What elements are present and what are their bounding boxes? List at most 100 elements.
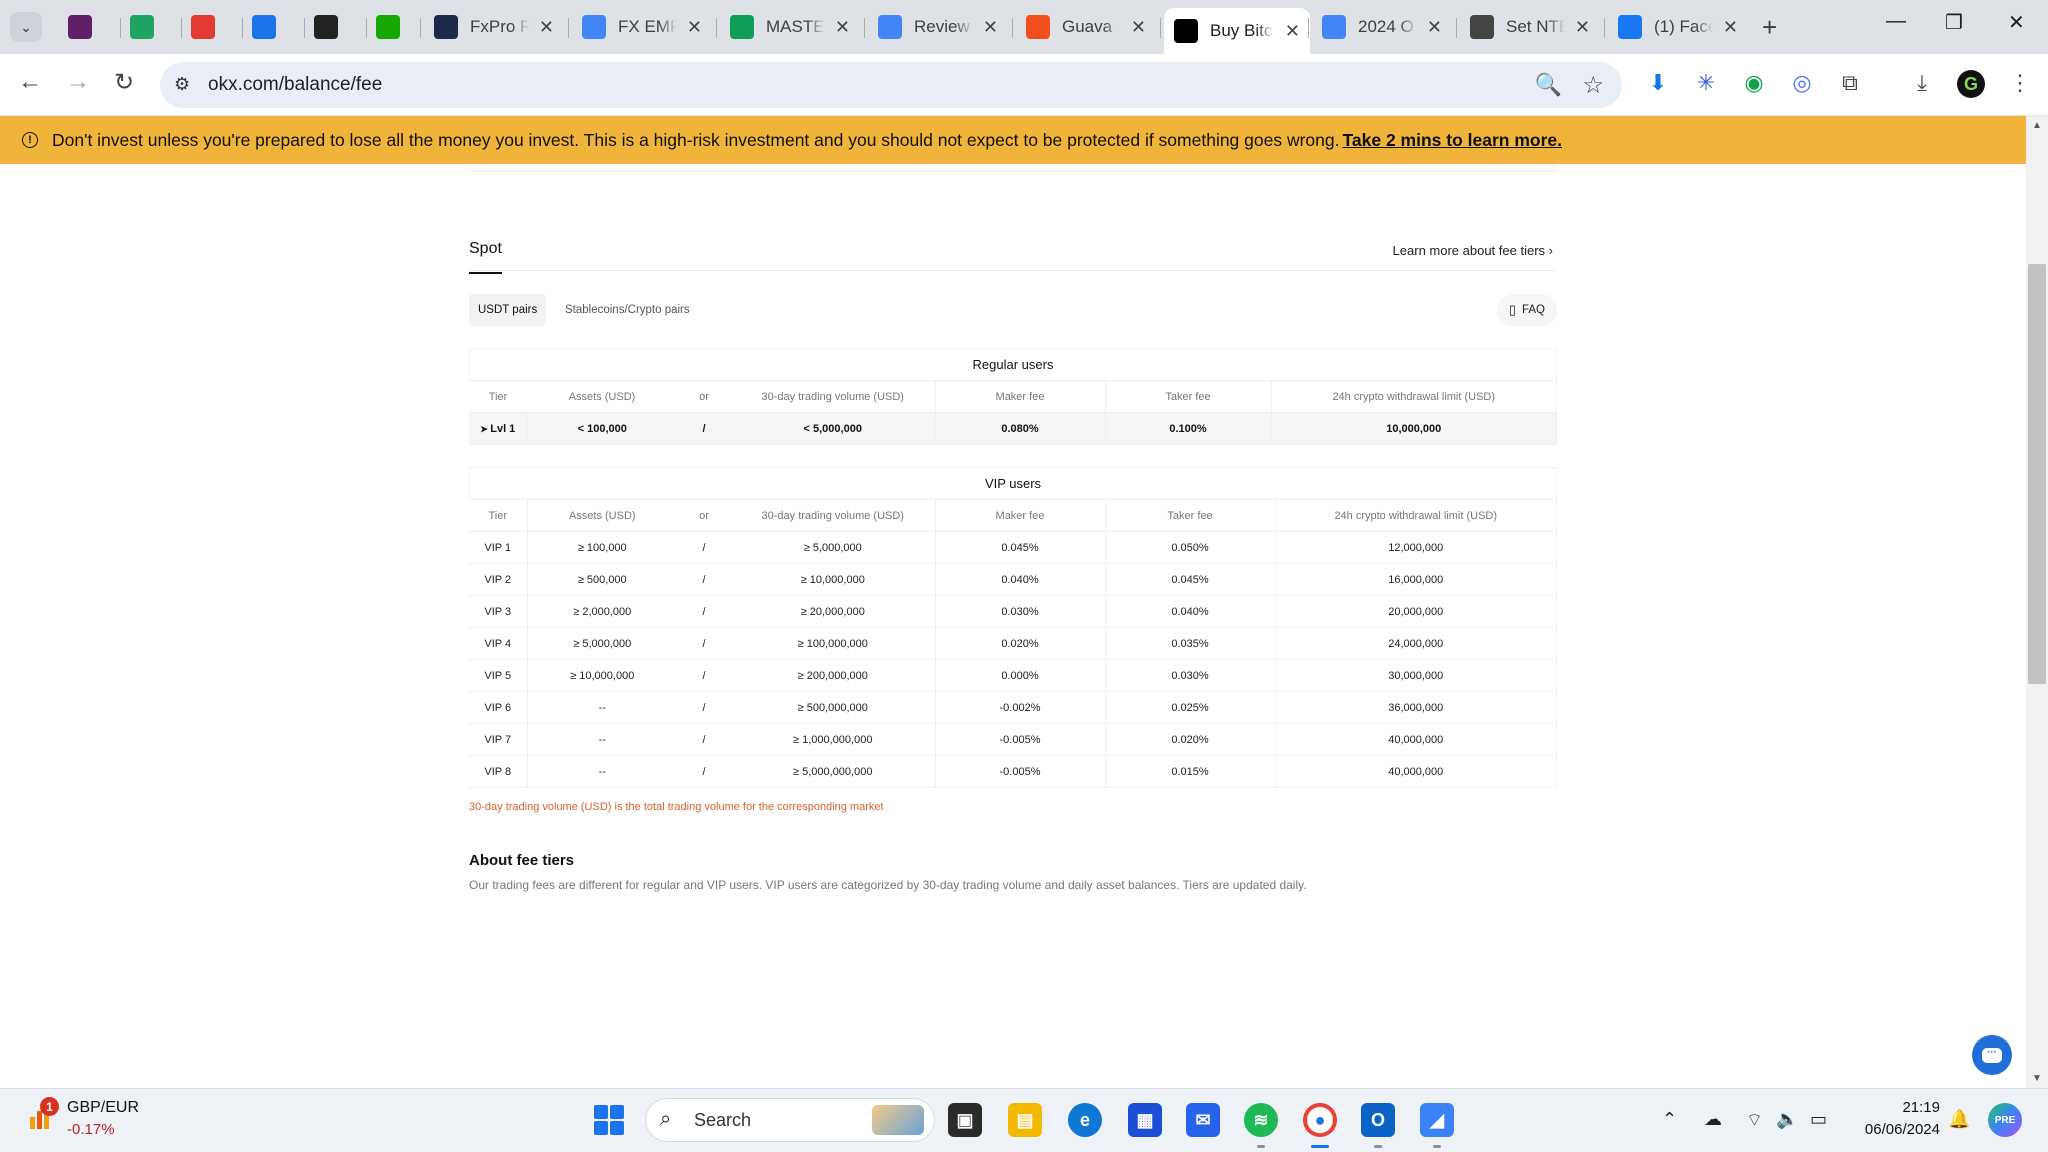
profile-avatar[interactable]: G: [1957, 70, 1985, 98]
close-tab-icon[interactable]: ✕: [835, 17, 850, 38]
extensions-puzzle-icon[interactable]: ⧉: [1836, 69, 1864, 97]
notification-bell-icon[interactable]: 🔔: [1948, 1109, 1970, 1130]
back-icon[interactable]: ←: [18, 68, 42, 96]
volume-icon[interactable]: 🔈: [1776, 1109, 1798, 1130]
clock-date[interactable]: 06/06/2024: [1840, 1121, 1940, 1138]
reload-icon[interactable]: ↻: [114, 68, 134, 97]
browser-tab[interactable]: [185, 8, 221, 46]
browser-tab[interactable]: 2024 O ✕: [1312, 8, 1452, 46]
onedrive-icon[interactable]: ☁: [1704, 1109, 1722, 1130]
forward-icon[interactable]: →: [66, 68, 90, 96]
browser-tab[interactable]: FX EMP ✕: [572, 8, 712, 46]
cell-volume: ≥ 500,000,000: [731, 691, 935, 724]
close-tab-icon[interactable]: ✕: [1131, 17, 1146, 38]
url-text[interactable]: okx.com/balance/fee: [208, 74, 382, 96]
spotify-icon[interactable]: ≋: [1244, 1103, 1278, 1137]
browser-tab[interactable]: MASTER ✕: [720, 8, 860, 46]
cell-maker: 0.045%: [934, 531, 1105, 564]
taskbar-search[interactable]: ⌕ Search: [645, 1098, 935, 1142]
copilot-icon[interactable]: PRE: [1988, 1103, 2022, 1137]
table-row: VIP 2 ≥ 500,000/≥ 10,000,000 0.040% 0.045% 1…: [469, 563, 1557, 596]
tab-title: Review: [914, 17, 970, 36]
bookmark-star-icon[interactable]: ☆: [1582, 71, 1604, 100]
cell-taker: 0.015%: [1104, 755, 1275, 788]
cell-tier: VIP 1: [469, 531, 527, 564]
cell-tier: VIP 4: [469, 627, 527, 660]
chevron-up-icon[interactable]: ⌃: [1662, 1109, 1677, 1130]
col-volume: 30-day trading volume (USD): [731, 499, 935, 532]
snowflake-extension-icon[interactable]: ✳: [1692, 69, 1720, 97]
browser-tab[interactable]: Review ✕: [868, 8, 1008, 46]
cell-assets: --: [526, 755, 677, 788]
edge-icon[interactable]: e: [1068, 1103, 1102, 1137]
close-tab-icon[interactable]: ✕: [539, 17, 554, 38]
downloads-icon[interactable]: ⤓: [1908, 69, 1936, 97]
cell-maker: 0.000%: [934, 659, 1105, 692]
browser-tab[interactable]: (1) Face ✕: [1608, 8, 1748, 46]
close-tab-icon[interactable]: ✕: [1575, 17, 1590, 38]
tab-separator: [120, 18, 121, 38]
photos-icon[interactable]: ◢: [1420, 1103, 1454, 1137]
cell-limit: 40,000,000: [1274, 755, 1557, 788]
circle-extension-icon[interactable]: ◎: [1788, 69, 1816, 97]
close-tab-icon[interactable]: ✕: [1285, 21, 1300, 42]
new-tab-button[interactable]: +: [1762, 12, 1777, 43]
browser-tab[interactable]: Guava ✕: [1016, 8, 1156, 46]
tab-spot[interactable]: Spot: [469, 240, 502, 274]
calendar-icon: [252, 15, 276, 39]
wifi-icon[interactable]: ⌔: [1746, 1109, 1763, 1132]
scroll-up-icon[interactable]: ▲: [2032, 120, 2042, 131]
scrollbar-thumb[interactable]: [2028, 264, 2046, 684]
browser-tab[interactable]: FxPro R ✕: [424, 8, 564, 46]
outlook-icon[interactable]: O: [1361, 1103, 1395, 1137]
clock-time[interactable]: 21:19: [1860, 1099, 1940, 1116]
site-info-icon[interactable]: ⚙: [174, 74, 190, 95]
page-scrollbar[interactable]: ▲ ▼: [2026, 116, 2048, 1088]
tab-title: FX EMP: [618, 17, 677, 36]
browser-tab[interactable]: Set NTE ✕: [1460, 8, 1600, 46]
address-bar[interactable]: ⚙ okx.com/balance/fee 🔍 ☆: [160, 62, 1622, 108]
browser-tab[interactable]: [62, 8, 98, 46]
browser-tab-active[interactable]: Buy Bitc ✕: [1164, 8, 1310, 54]
file-explorer-icon[interactable]: ▤: [1008, 1103, 1042, 1137]
close-tab-icon[interactable]: ✕: [687, 17, 702, 38]
tab-search-button[interactable]: ⌄: [10, 12, 42, 42]
restore-icon[interactable]: ❐: [1945, 10, 1963, 35]
scroll-down-icon[interactable]: ▼: [2032, 1073, 2042, 1084]
close-tab-icon[interactable]: ✕: [1723, 17, 1738, 38]
store-icon[interactable]: ▦: [1128, 1103, 1162, 1137]
close-tab-icon[interactable]: ✕: [983, 17, 998, 38]
battery-icon[interactable]: ▭: [1810, 1109, 1827, 1130]
browser-tab[interactable]: [308, 8, 344, 46]
mail-icon[interactable]: ✉: [1186, 1103, 1220, 1137]
tab-separator: [1012, 18, 1013, 38]
expand-caret-icon[interactable]: ➤: [480, 424, 490, 434]
usdt-pairs-filter[interactable]: USDT pairs: [469, 294, 547, 326]
learn-more-fee-tiers-link[interactable]: Learn more about fee tiers ›: [1393, 243, 1553, 258]
ticker-pair[interactable]: GBP/EUR: [67, 1099, 139, 1117]
table-row: VIP 4 ≥ 5,000,000/≥ 100,000,000 0.020% 0.03…: [469, 627, 1557, 660]
stablecoin-pairs-filter[interactable]: Stablecoins/Crypto pairs: [556, 294, 699, 326]
minimize-icon[interactable]: —: [1886, 10, 1906, 33]
table-row: VIP 1 ≥ 100,000/≥ 5,000,000 0.045% 0.050% 12…: [469, 531, 1557, 564]
browser-tab[interactable]: [246, 8, 282, 46]
cell-tier: VIP 2: [469, 563, 527, 596]
chrome-icon[interactable]: ●: [1303, 1103, 1337, 1137]
windows-start-icon[interactable]: [594, 1105, 624, 1135]
browser-menu-icon[interactable]: ⋮: [2006, 69, 2034, 97]
download-extension-icon[interactable]: ⬇: [1644, 69, 1672, 97]
browser-tab[interactable]: [124, 8, 160, 46]
learn-more-link[interactable]: Take 2 mins to learn more.: [1343, 130, 1562, 151]
support-chat-button[interactable]: ···: [1972, 1035, 2012, 1075]
faq-button[interactable]: ▯ FAQ: [1496, 294, 1557, 326]
grammarly-extension-icon[interactable]: ◉: [1740, 69, 1768, 97]
cell-tier: VIP 6: [469, 691, 527, 724]
close-tab-icon[interactable]: ✕: [1427, 17, 1442, 38]
google-docs-icon: [1322, 15, 1346, 39]
close-window-icon[interactable]: ✕: [2008, 10, 2025, 35]
task-view-icon[interactable]: ▣: [948, 1103, 982, 1137]
table-row[interactable]: ➤ Lvl 1 < 100,000/< 5,000,000 0.080% 0.100%…: [469, 412, 1557, 445]
browser-tab[interactable]: [370, 8, 406, 46]
cell-maker: 0.030%: [934, 595, 1105, 628]
zoom-icon[interactable]: 🔍: [1535, 72, 1562, 98]
